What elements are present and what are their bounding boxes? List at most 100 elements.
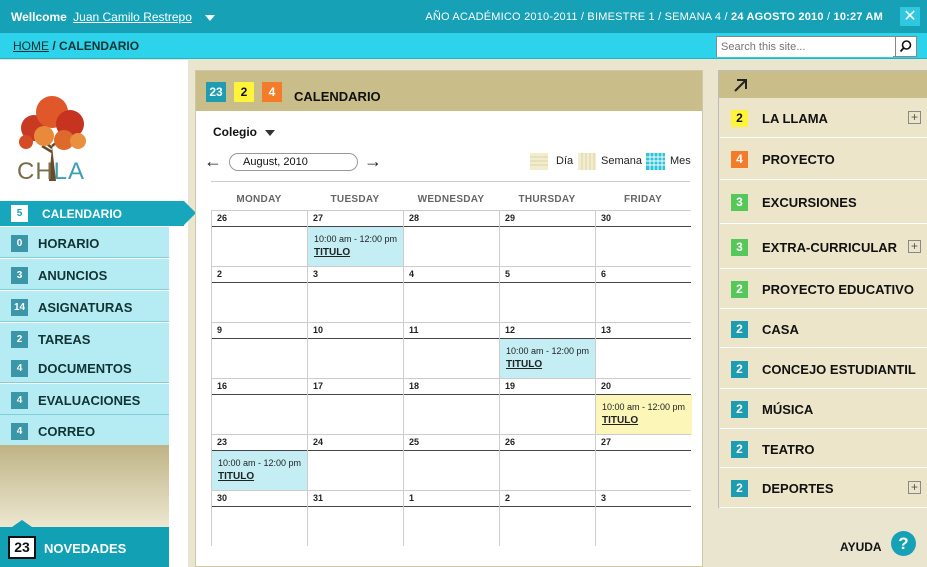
calendar-day-cell[interactable]: 27 10:00 am - 12:00 pm TITULO: [307, 210, 404, 267]
day-view-label[interactable]: Día: [556, 155, 573, 167]
expand-plus-icon[interactable]: +: [908, 111, 921, 124]
day-divider: [404, 450, 499, 451]
event-title-link[interactable]: TITULO: [314, 247, 404, 258]
day-number: 27: [601, 437, 612, 447]
category-item[interactable]: 2 CASA: [720, 310, 927, 348]
prev-month-button[interactable]: ←: [204, 151, 222, 171]
calendar-day-cell[interactable]: 10: [307, 322, 403, 378]
day-view-icon[interactable]: [529, 151, 549, 171]
calendar-day-cell[interactable]: 6: [595, 266, 691, 322]
calendar-day-cell[interactable]: 25: [403, 434, 499, 490]
novedades-button[interactable]: 23 NOVEDADES: [0, 520, 169, 567]
calendar-day-cell[interactable]: 20 10:00 am - 12:00 pm TITULO: [595, 378, 692, 435]
chevron-down-icon[interactable]: [205, 14, 216, 21]
calendar-day-cell[interactable]: 1: [403, 490, 499, 546]
sidebar-item-asignaturas[interactable]: 14 ASIGNATURAS: [0, 291, 169, 322]
search-button[interactable]: [895, 37, 916, 56]
calendar-day-cell[interactable]: 29: [499, 210, 595, 266]
calendar-panel: 23 2 4 CALENDARIO Colegio ← August, 2010…: [195, 70, 703, 567]
calendar-day-cell[interactable]: 2: [499, 490, 595, 546]
calendar-event[interactable]: 10:00 am - 12:00 pm TITULO: [212, 451, 308, 491]
day-number: 31: [313, 493, 324, 503]
calendar-day-cell[interactable]: 11: [403, 322, 499, 378]
calendar-day-cell[interactable]: 3: [595, 490, 691, 546]
expand-plus-icon[interactable]: +: [908, 239, 921, 253]
day-divider: [596, 282, 691, 283]
sidebar-item-documentos[interactable]: 4 DOCUMENTOS: [0, 352, 169, 383]
event-title-link[interactable]: TITULO: [602, 415, 692, 426]
sidebar-item-anuncios[interactable]: 3 ANUNCIOS: [0, 259, 169, 290]
calendar-day-cell[interactable]: 3: [307, 266, 403, 322]
calendar-day-cell[interactable]: 26: [211, 210, 307, 266]
calendar-day-cell[interactable]: 2: [211, 266, 307, 322]
calendar-day-cell[interactable]: 28: [403, 210, 499, 266]
day-divider: [404, 282, 499, 283]
weekday-header: FRIDAY: [623, 194, 663, 205]
sidebar-item-count: 3: [11, 267, 28, 284]
category-item[interactable]: 3 EXCURSIONES: [720, 181, 927, 224]
category-item[interactable]: 3 EXTRA-CURRICULAR +: [720, 225, 927, 269]
sidebar-item-tareas[interactable]: 2 TAREAS: [0, 323, 169, 354]
search-input[interactable]: [717, 37, 893, 57]
calendar-day-cell[interactable]: 30: [595, 210, 691, 266]
calendar-day-cell[interactable]: 13: [595, 322, 691, 378]
next-month-button[interactable]: →: [364, 151, 382, 171]
category-item[interactable]: 2 TEATRO: [720, 430, 927, 468]
day-divider: [500, 226, 595, 227]
calendar-day-cell[interactable]: 18: [403, 378, 499, 434]
badge-orange: 4: [262, 82, 282, 102]
calendar-day-cell[interactable]: 4: [403, 266, 499, 322]
sidebar-item-evaluaciones[interactable]: 4 EVALUACIONES: [0, 384, 169, 415]
sidebar-item-calendario[interactable]: 5 CALENDARIO: [0, 201, 196, 226]
sidebar-item-correo[interactable]: 4 CORREO: [0, 415, 169, 446]
calendar-day-cell[interactable]: 26: [499, 434, 595, 490]
calendar-day-cell[interactable]: 12 10:00 am - 12:00 pm TITULO: [499, 322, 596, 379]
month-view-icon[interactable]: [645, 151, 665, 171]
calendar-day-cell[interactable]: 16: [211, 378, 307, 434]
event-title-link[interactable]: TITULO: [506, 359, 596, 370]
calendar-day-cell[interactable]: 23 10:00 am - 12:00 pm TITULO: [211, 434, 308, 491]
week-view-label[interactable]: Semana: [601, 155, 642, 167]
user-name-link[interactable]: Juan Camilo Restrepo: [73, 10, 192, 24]
calendar-day-cell[interactable]: 17: [307, 378, 403, 434]
category-item[interactable]: 4 PROYECTO: [720, 139, 927, 180]
month-view-label[interactable]: Mes: [670, 155, 691, 167]
category-item[interactable]: 2 MÚSICA: [720, 390, 927, 429]
calendar-day-cell[interactable]: 31: [307, 490, 403, 546]
calendar-day-cell[interactable]: 27: [595, 434, 691, 490]
category-item[interactable]: 2 LA LLAMA +: [720, 99, 927, 138]
calendar-event[interactable]: 10:00 am - 12:00 pm TITULO: [500, 339, 596, 379]
calendar-day-cell[interactable]: 9: [211, 322, 307, 378]
month-selector[interactable]: August, 2010: [229, 153, 358, 171]
help-label[interactable]: AYUDA: [840, 540, 882, 554]
calendar-filter-select[interactable]: Colegio: [213, 125, 275, 139]
day-divider: [500, 394, 595, 395]
sidebar-item-count: 4: [11, 423, 28, 440]
day-divider: [212, 282, 307, 283]
sidebar-item-horario[interactable]: 0 HORARIO: [0, 227, 169, 258]
event-time: 10:00 am - 12:00 pm: [506, 346, 590, 356]
day-number: 18: [409, 381, 420, 391]
welcome-menu[interactable]: Wellcome Juan Camilo Restrepo: [11, 10, 216, 24]
week-view-icon[interactable]: [577, 151, 597, 171]
calendar-event[interactable]: 10:00 am - 12:00 pm TITULO: [308, 227, 404, 267]
calendar-day-cell[interactable]: 5: [499, 266, 595, 322]
calendar-day-cell[interactable]: 19: [499, 378, 595, 434]
expand-arrow-icon[interactable]: [733, 77, 749, 93]
category-count: 2: [731, 440, 748, 458]
calendar-event[interactable]: 10:00 am - 12:00 pm TITULO: [596, 395, 692, 435]
novedades-label: NOVEDADES: [44, 541, 127, 556]
close-icon[interactable]: ✕: [900, 7, 920, 26]
expand-plus-icon[interactable]: +: [908, 481, 921, 494]
calendar-day-cell[interactable]: 24: [307, 434, 403, 490]
event-title-link[interactable]: TITULO: [218, 471, 308, 482]
category-item[interactable]: 2 DEPORTES +: [720, 469, 927, 508]
sidebar-item-label: HORARIO: [38, 236, 100, 251]
calendar-header: 23 2 4 CALENDARIO: [196, 71, 702, 111]
breadcrumb-home-link[interactable]: HOME: [13, 39, 49, 53]
calendar-day-cell[interactable]: 30: [211, 490, 307, 546]
category-item[interactable]: 2 CONCEJO ESTUDIANTIL: [720, 349, 927, 389]
help-icon[interactable]: ?: [891, 531, 916, 556]
day-number: 2: [505, 493, 511, 503]
category-item[interactable]: 2 PROYECTO EDUCATIVO: [720, 270, 927, 309]
